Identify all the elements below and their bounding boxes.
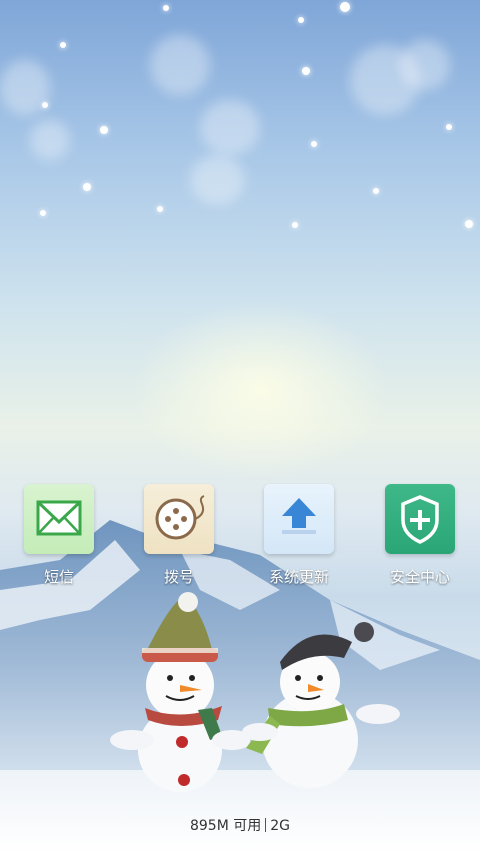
shield-plus-icon[interactable]: [385, 484, 455, 554]
app-label: 系统更新: [268, 568, 329, 586]
snowflake: [446, 124, 452, 130]
snowflake: [42, 102, 48, 108]
snowman-right: [242, 622, 400, 788]
app-label: 拨号: [163, 568, 194, 586]
separator: [265, 818, 267, 832]
snowflake: [373, 188, 379, 194]
snowflake: [311, 141, 317, 147]
upload-arrow-icon[interactable]: [264, 484, 334, 554]
network-type-text: 2G: [270, 818, 291, 834]
bokeh-light: [30, 120, 70, 160]
app-grid: 短信 拨号 系统更新 安全中心: [0, 484, 480, 594]
snowflake: [298, 17, 304, 23]
bokeh-light: [400, 40, 450, 90]
app-dialer[interactable]: 拨号: [129, 484, 229, 594]
snowflake: [40, 210, 46, 216]
snowflake: [292, 222, 298, 228]
app-sms[interactable]: 短信: [9, 484, 109, 594]
wallpaper: [0, 0, 480, 853]
app-label: 安全中心: [389, 568, 450, 586]
snowman-left: [110, 592, 250, 792]
snowflake: [465, 220, 473, 228]
bokeh-light: [150, 35, 210, 95]
app-system-update[interactable]: 系统更新: [249, 484, 349, 594]
snowflake: [157, 206, 163, 212]
light-glow: [130, 300, 390, 480]
app-label: 短信: [43, 568, 74, 586]
envelope-icon[interactable]: [24, 484, 94, 554]
snowflake: [302, 67, 310, 75]
snowflake: [83, 183, 91, 191]
memory-available-text: 895M 可用: [189, 818, 262, 834]
snowflake: [60, 42, 66, 48]
snowflake: [163, 5, 169, 11]
snowflake: [340, 2, 350, 12]
dialer-icon[interactable]: [144, 484, 214, 554]
bokeh-light: [200, 100, 260, 155]
snowflake: [100, 126, 108, 134]
app-security-center[interactable]: 安全中心: [370, 484, 470, 594]
memory-status-bar[interactable]: 895M 可用 2G: [0, 815, 480, 835]
bokeh-light: [190, 155, 245, 205]
